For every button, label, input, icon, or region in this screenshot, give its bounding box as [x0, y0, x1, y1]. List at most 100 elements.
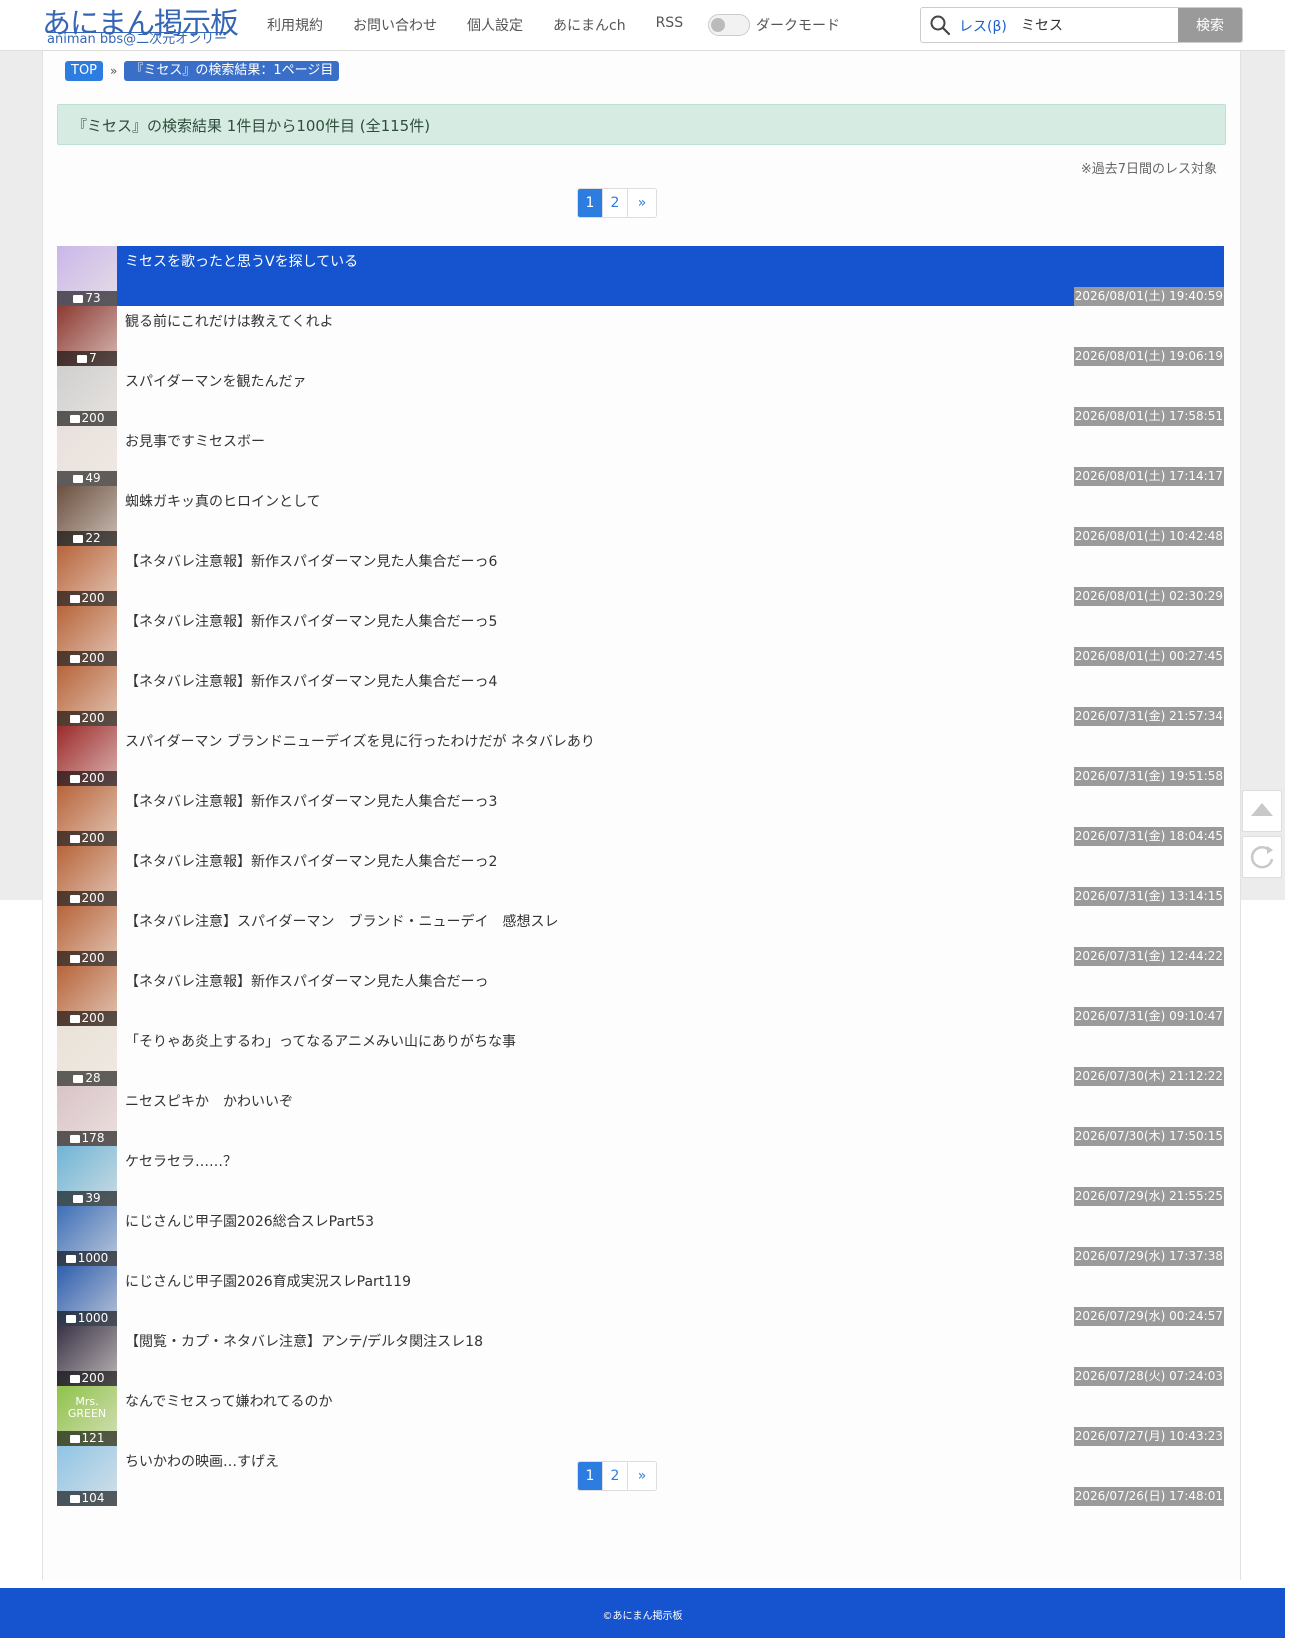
thread-thumbnail[interactable]: 1000 — [57, 1206, 117, 1266]
breadcrumb-top[interactable]: TOP — [65, 61, 104, 81]
thread-row[interactable]: 200 【ネタバレ注意報】新作スパイダーマン見た人集合だーっ 2026/07/31(… — [57, 966, 1224, 1026]
thread-thumbnail[interactable]: 49 — [57, 426, 117, 486]
reply-count: 104 — [57, 1491, 117, 1506]
thread-row[interactable]: 1000 にじさんじ甲子園2026育成実況スレPart119 2026/07/29(… — [57, 1266, 1224, 1326]
thread-title[interactable]: お見事ですミセスボー — [125, 431, 265, 451]
thread-title[interactable]: 【ネタバレ注意報】新作スパイダーマン見た人集合だーっ6 — [125, 551, 497, 571]
thread-row[interactable]: 200 【ネタバレ注意報】新作スパイダーマン見た人集合だーっ6 2026/08/01… — [57, 546, 1224, 606]
next-page-button[interactable]: » — [628, 189, 656, 217]
thread-date: 2026/07/26(日) 17:48:01 — [1073, 1487, 1224, 1506]
reply-count: 121 — [57, 1431, 117, 1446]
thread-title[interactable]: ちいかわの映画…すげえ — [125, 1451, 279, 1471]
thread-date: 2026/07/31(金) 19:51:58 — [1073, 767, 1224, 786]
thread-thumbnail[interactable]: 200 — [57, 846, 117, 906]
thread-row[interactable]: 178 ニセスピキか かわいいぞ 2026/07/30(木) 17:50:15 — [57, 1086, 1224, 1146]
thread-thumbnail[interactable]: 200 — [57, 966, 117, 1026]
search-button[interactable]: 検索 — [1178, 8, 1242, 42]
thread-row[interactable]: 200 スパイダーマンを観たんだァ 2026/08/01(土) 17:58:51 — [57, 366, 1224, 426]
thread-row[interactable]: 200 【ネタバレ注意報】新作スパイダーマン見た人集合だーっ2 2026/07/31… — [57, 846, 1224, 906]
thread-thumbnail[interactable]: 200 — [57, 726, 117, 786]
thread-row[interactable]: 200 【ネタバレ注意】スパイダーマン ブランド・ニューデイ 感想スレ 2026/0… — [57, 906, 1224, 966]
thread-row[interactable]: 200 【閲覧・カプ・ネタバレ注意】アンテ/デルタ関注スレ18 2026/07/28… — [57, 1326, 1224, 1386]
search-icon[interactable] — [929, 14, 951, 36]
thread-thumbnail[interactable]: 104 — [57, 1446, 117, 1506]
thread-row[interactable]: 28 「そりゃあ炎上するわ」ってなるアニメみい山にありがちな事 2026/07/30… — [57, 1026, 1224, 1086]
reply-count: 28 — [57, 1071, 117, 1086]
dark-mode-toggle[interactable] — [708, 14, 750, 36]
thread-title[interactable]: 【ネタバレ注意報】新作スパイダーマン見た人集合だーっ5 — [125, 611, 497, 631]
thread-thumbnail[interactable]: 200 — [57, 1326, 117, 1386]
thread-row[interactable]: Mrs. GREEN 121 なんでミセスって嫌われてるのか 2026/07/27(月… — [57, 1386, 1224, 1446]
thread-row[interactable]: 73 ミセスを歌ったと思うVを探している 2026/08/01(土) 19:40:5… — [57, 246, 1224, 306]
comment-icon — [69, 954, 80, 963]
thread-title[interactable]: スパイダーマンを観たんだァ — [125, 371, 306, 391]
side-buttons — [1242, 790, 1282, 882]
thread-row[interactable]: 39 ケセラセラ……？ 2026/07/29(水) 21:55:25 — [57, 1146, 1224, 1206]
reply-count: 39 — [57, 1191, 117, 1206]
thread-thumbnail[interactable]: 200 — [57, 366, 117, 426]
thread-thumbnail[interactable]: 39 — [57, 1146, 117, 1206]
breadcrumb-current[interactable]: 『ミセス』の検索結果：1ページ目 — [124, 61, 340, 81]
next-page-button[interactable]: » — [628, 1462, 656, 1490]
thread-title[interactable]: ミセスを歌ったと思うVを探している — [125, 251, 358, 271]
thread-title[interactable]: 【ネタバレ注意報】新作スパイダーマン見た人集合だーっ3 — [125, 791, 497, 811]
thread-row[interactable]: 200 【ネタバレ注意報】新作スパイダーマン見た人集合だーっ4 2026/07/31… — [57, 666, 1224, 726]
thread-title[interactable]: 【ネタバレ注意報】新作スパイダーマン見た人集合だーっ2 — [125, 851, 497, 871]
page-2[interactable]: 2 — [603, 189, 628, 217]
reload-button[interactable] — [1242, 836, 1282, 878]
nav-contact[interactable]: お問い合わせ — [353, 15, 437, 35]
thread-title[interactable]: 【ネタバレ注意報】新作スパイダーマン見た人集合だーっ4 — [125, 671, 497, 691]
thread-thumbnail[interactable]: 200 — [57, 606, 117, 666]
thread-thumbnail[interactable]: 73 — [57, 246, 117, 306]
comment-icon — [69, 1494, 80, 1503]
nav-terms[interactable]: 利用規約 — [267, 15, 323, 35]
reply-count: 7 — [57, 351, 117, 366]
site-logo[interactable]: あにまん掲示板 animan bbs@二次元オンリー — [40, 0, 255, 50]
thread-title[interactable]: スパイダーマン ブランドニューデイズを見に行ったわけだが ネタバレあり — [125, 731, 595, 751]
thread-thumbnail[interactable]: Mrs. GREEN 121 — [57, 1386, 117, 1446]
nav-rss[interactable]: RSS — [656, 15, 684, 35]
thread-thumbnail[interactable]: 1000 — [57, 1266, 117, 1326]
page-2[interactable]: 2 — [603, 1462, 628, 1490]
thread-thumbnail[interactable]: 178 — [57, 1086, 117, 1146]
thread-title[interactable]: 【ネタバレ注意】スパイダーマン ブランド・ニューデイ 感想スレ — [125, 911, 558, 931]
main-content: TOP » 『ミセス』の検索結果：1ページ目 『ミセス』の検索結果 1件目から1… — [42, 50, 1241, 1580]
comment-icon — [69, 1014, 80, 1023]
thread-thumbnail[interactable]: 200 — [57, 546, 117, 606]
thread-title[interactable]: ニセスピキか かわいいぞ — [125, 1091, 293, 1111]
search-input[interactable] — [1019, 12, 1178, 38]
search-mode-select[interactable]: レス(β) — [959, 16, 1007, 36]
thread-title[interactable]: 「そりゃあ炎上するわ」ってなるアニメみい山にありがちな事 — [125, 1031, 516, 1051]
thread-thumbnail[interactable]: 200 — [57, 666, 117, 726]
thread-title[interactable]: 観る前にこれだけは教えてくれよ — [125, 311, 334, 331]
thread-row[interactable]: 200 【ネタバレ注意報】新作スパイダーマン見た人集合だーっ5 2026/08/01… — [57, 606, 1224, 666]
thread-thumbnail[interactable]: 28 — [57, 1026, 117, 1086]
thread-thumbnail[interactable]: 7 — [57, 306, 117, 366]
thread-title[interactable]: 【ネタバレ注意報】新作スパイダーマン見た人集合だーっ — [125, 971, 488, 991]
nav-settings[interactable]: 個人設定 — [467, 15, 523, 35]
thread-title[interactable]: にじさんじ甲子園2026総合スレPart53 — [125, 1211, 374, 1231]
thread-row[interactable]: 22 蜘蛛ガキッ真のヒロインとして 2026/08/01(土) 10:42:48 — [57, 486, 1224, 546]
thread-row[interactable]: 1000 にじさんじ甲子園2026総合スレPart53 2026/07/29(水) … — [57, 1206, 1224, 1266]
thread-title[interactable]: ケセラセラ……？ — [125, 1151, 237, 1171]
comment-icon — [73, 294, 84, 303]
thread-row[interactable]: 200 【ネタバレ注意報】新作スパイダーマン見た人集合だーっ3 2026/07/31… — [57, 786, 1224, 846]
thread-row[interactable]: 200 スパイダーマン ブランドニューデイズを見に行ったわけだが ネタバレあり 20… — [57, 726, 1224, 786]
comment-icon — [69, 654, 80, 663]
reply-count: 200 — [57, 591, 117, 606]
thread-title[interactable]: 蜘蛛ガキッ真のヒロインとして — [125, 491, 321, 511]
page-1[interactable]: 1 — [578, 1462, 603, 1490]
thread-title[interactable]: なんでミセスって嫌われてるのか — [125, 1391, 332, 1411]
thread-title[interactable]: 【閲覧・カプ・ネタバレ注意】アンテ/デルタ関注スレ18 — [125, 1331, 483, 1351]
thread-row[interactable]: 49 お見事ですミセスボー 2026/08/01(土) 17:14:17 — [57, 426, 1224, 486]
thread-thumbnail[interactable]: 200 — [57, 786, 117, 846]
nav-animanch[interactable]: あにまんch — [553, 15, 626, 35]
thread-thumbnail[interactable]: 22 — [57, 486, 117, 546]
page-1[interactable]: 1 — [578, 189, 603, 217]
thread-title[interactable]: にじさんじ甲子園2026育成実況スレPart119 — [125, 1271, 411, 1291]
reply-count-value: 121 — [81, 1431, 105, 1445]
comment-icon — [69, 834, 80, 843]
thread-thumbnail[interactable]: 200 — [57, 906, 117, 966]
thread-row[interactable]: 7 観る前にこれだけは教えてくれよ 2026/08/01(土) 19:06:19 — [57, 306, 1224, 366]
scroll-top-button[interactable] — [1242, 790, 1282, 832]
